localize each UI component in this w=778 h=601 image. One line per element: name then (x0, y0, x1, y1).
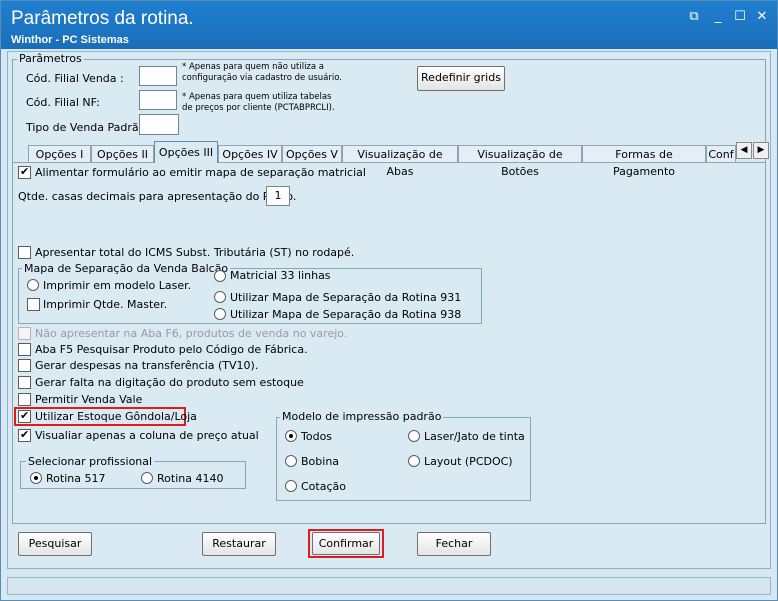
gerar-falta-checkbox[interactable] (18, 376, 31, 389)
todos-label: Todos (301, 430, 333, 443)
filial-venda-note-2: configuração via cadastro de usuário. (182, 73, 342, 83)
qtde-casas-label: Qtde. casas decimais para apresentação d… (18, 190, 297, 203)
matricial-label: Matricial 33 linhas (230, 269, 331, 282)
qtde-casas-input[interactable]: 1 (266, 186, 290, 206)
apresentar-icms-label: Apresentar total do ICMS Subst. Tributár… (35, 246, 355, 259)
imprimir-laser-label: Imprimir em modelo Laser. (43, 279, 192, 292)
minimize-icon[interactable]: _ (710, 10, 726, 24)
gerar-despesas-label: Gerar despesas na transferência (TV10). (35, 359, 259, 372)
restaurar-button[interactable]: Restaurar (202, 532, 276, 556)
parametros-legend: Parâmetros (17, 52, 84, 65)
restore-icon[interactable]: ⧉ (686, 10, 702, 24)
tab-divider (12, 162, 766, 163)
modelo-impressao-legend: Modelo de impressão padrão (280, 410, 444, 423)
rotina-4140-label: Rotina 4140 (157, 472, 224, 485)
tipo-venda-input[interactable] (139, 114, 179, 135)
rotina-517-radio[interactable] (30, 472, 42, 484)
mapa-938-label: Utilizar Mapa de Separação da Rotina 938 (230, 308, 462, 321)
laser-jato-label: Laser/Jato de tinta (424, 430, 525, 443)
profissional-legend: Selecionar profissional (26, 455, 155, 468)
nao-apresentar-checkbox (18, 327, 31, 340)
aba-f5-label: Aba F5 Pesquisar Produto pelo Código de … (35, 343, 308, 356)
tab-conf[interactable]: Conf (706, 145, 736, 163)
tab-visualizacao-abas[interactable]: Visualização de Abas (342, 145, 458, 178)
imprimir-qtde-master-checkbox[interactable] (27, 298, 40, 311)
visualizar-preco-checkbox[interactable] (18, 428, 31, 442)
mapa-931-label: Utilizar Mapa de Separação da Rotina 931 (230, 291, 462, 304)
close-icon[interactable]: ✕ (754, 10, 770, 24)
filial-nf-input[interactable] (139, 90, 177, 110)
tab-scroll-left-icon[interactable]: ◀ (736, 142, 752, 159)
todos-radio[interactable] (285, 430, 297, 442)
window-subtitle: Winthor - PC Sistemas (11, 34, 129, 46)
parametros-window: Parâmetros da rotina. Winthor - PC Siste… (0, 0, 778, 601)
laser-jato-radio[interactable] (408, 430, 420, 442)
matricial-radio[interactable] (214, 270, 226, 282)
tab-visualizacao-botoes[interactable]: Visualização de Botões (458, 145, 582, 178)
confirmar-button[interactable]: Confirmar (312, 532, 380, 555)
mapa-separacao-legend: Mapa de Separação da Venda Balcão (22, 262, 231, 275)
gerar-falta-label: Gerar falta na digitação do produto sem … (35, 376, 304, 389)
alimentar-checkbox[interactable] (18, 165, 31, 179)
tab-strip: Opções I Opções II Opções III Opções IV … (18, 141, 772, 178)
imprimir-laser-radio[interactable] (27, 279, 39, 291)
tab-opcoes-v[interactable]: Opções V (282, 145, 342, 163)
rotina-517-label: Rotina 517 (46, 472, 106, 485)
status-bar (7, 577, 771, 595)
tab-opcoes-iv[interactable]: Opções IV (218, 145, 282, 163)
aba-f5-checkbox[interactable] (18, 343, 31, 356)
visualizar-preco-label: Visualiar apenas a coluna de preço atual (35, 429, 259, 442)
permitir-vale-checkbox[interactable] (18, 393, 31, 406)
tab-scroll-right-icon[interactable]: ▶ (753, 142, 769, 159)
filial-nf-note-2: de preços por cliente (PCTABPRCLI). (182, 103, 335, 113)
estoque-gondola-label: Utilizar Estoque Gôndola/Loja (35, 410, 197, 423)
cotacao-radio[interactable] (285, 480, 297, 492)
tipo-venda-label: Tipo de Venda Padrão: (26, 121, 150, 134)
bobina-label: Bobina (301, 455, 340, 468)
filial-venda-input[interactable] (139, 66, 177, 86)
window-title: Parâmetros da rotina. (11, 8, 194, 29)
filial-venda-note-1: * Apenas para quem não utiliza a (182, 62, 325, 72)
tab-opcoes-iii[interactable]: Opções III (154, 141, 218, 163)
tab-opcoes-ii[interactable]: Opções II (91, 145, 154, 163)
gerar-despesas-checkbox[interactable] (18, 359, 31, 372)
tab-opcoes-i[interactable]: Opções I (28, 145, 91, 163)
apresentar-icms-checkbox[interactable] (18, 246, 31, 259)
layout-pcdoc-label: Layout (PCDOC) (424, 455, 513, 468)
title-bar: Parâmetros da rotina. Winthor - PC Siste… (1, 1, 777, 49)
estoque-gondola-checkbox[interactable] (18, 409, 31, 423)
rotina-4140-radio[interactable] (141, 472, 153, 484)
filial-nf-note-1: * Apenas para quem utiliza tabelas (182, 92, 332, 102)
bobina-radio[interactable] (285, 455, 297, 467)
filial-venda-label: Cód. Filial Venda : (26, 72, 124, 85)
pesquisar-button[interactable]: Pesquisar (18, 532, 92, 556)
layout-pcdoc-radio[interactable] (408, 455, 420, 467)
fechar-button[interactable]: Fechar (417, 532, 491, 556)
tab-formas-pagamento[interactable]: Formas de Pagamento (582, 145, 706, 178)
redefinir-grids-button[interactable]: Redefinir grids (417, 66, 505, 91)
nao-apresentar-label: Não apresentar na Aba F6, produtos de ve… (35, 327, 348, 340)
mapa-931-radio[interactable] (214, 291, 226, 303)
maximize-icon[interactable]: ☐ (732, 10, 748, 24)
cotacao-label: Cotação (301, 480, 346, 493)
main-panel: Parâmetros Cód. Filial Venda : * Apenas … (7, 51, 771, 569)
imprimir-qtde-master-label: Imprimir Qtde. Master. (43, 298, 168, 311)
alimentar-label: Alimentar formulário ao emitir mapa de s… (35, 166, 366, 179)
mapa-938-radio[interactable] (214, 308, 226, 320)
permitir-vale-label: Permitir Venda Vale (35, 393, 143, 406)
filial-nf-label: Cód. Filial NF: (26, 96, 100, 109)
